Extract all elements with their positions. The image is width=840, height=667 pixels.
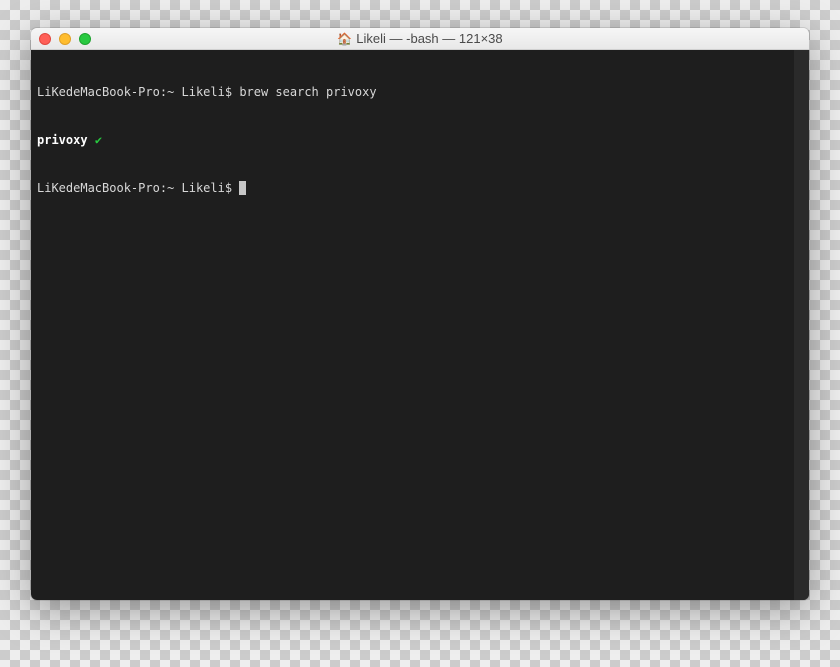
scrollbar[interactable] (794, 50, 809, 600)
traffic-lights (39, 33, 91, 45)
check-icon: ✔ (95, 133, 102, 147)
prompt-path: ~ Likeli$ (167, 181, 232, 195)
home-icon: 🏠 (337, 32, 352, 46)
prompt-host: LiKedeMacBook-Pro: (37, 85, 167, 99)
terminal-line-2: privoxy ✔ (37, 132, 803, 148)
terminal-line-1: LiKedeMacBook-Pro:~ Likeli$ brew search … (37, 84, 803, 100)
prompt-path: ~ Likeli$ (167, 85, 232, 99)
terminal-body[interactable]: LiKedeMacBook-Pro:~ Likeli$ brew search … (31, 50, 809, 600)
command-text: brew search privoxy (239, 85, 376, 99)
prompt-host: LiKedeMacBook-Pro: (37, 181, 167, 195)
titlebar[interactable]: 🏠 Likeli — -bash — 121×38 (31, 28, 809, 50)
terminal-line-3: LiKedeMacBook-Pro:~ Likeli$ (37, 180, 803, 196)
zoom-button[interactable] (79, 33, 91, 45)
minimize-button[interactable] (59, 33, 71, 45)
cursor (239, 181, 246, 195)
window-title-text: Likeli — -bash — 121×38 (356, 31, 502, 46)
close-button[interactable] (39, 33, 51, 45)
terminal-window: 🏠 Likeli — -bash — 121×38 LiKedeMacBook-… (31, 28, 809, 600)
window-title: 🏠 Likeli — -bash — 121×38 (31, 31, 809, 46)
search-result: privoxy (37, 133, 88, 147)
